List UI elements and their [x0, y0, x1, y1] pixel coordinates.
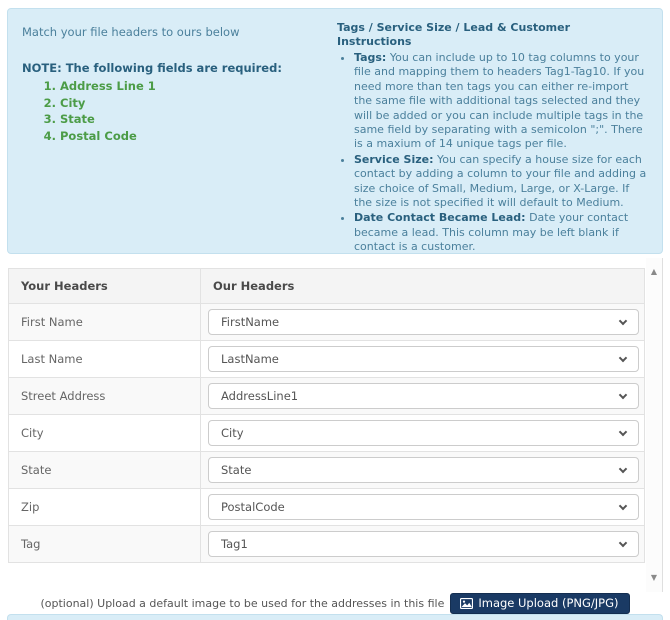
vertical-scrollbar[interactable]: ▲ ▼ — [646, 258, 663, 592]
mapping-table-row: State State — [9, 452, 645, 489]
image-upload-button-label: Image Upload (PNG/JPG) — [478, 596, 618, 610]
next-section-panel-top — [7, 614, 663, 620]
our-header-select-wrap: State — [208, 457, 639, 483]
required-field-item: Address Line 1 — [60, 78, 332, 95]
mapping-table-row: City City — [9, 415, 645, 452]
required-fields-note: NOTE: The following fields are required: — [22, 61, 332, 75]
our-header-cell: State — [201, 452, 645, 489]
instruction-bullet: Date Contact Became Lead: Date your cont… — [354, 211, 648, 254]
our-header-select-wrap: LastName — [208, 346, 639, 372]
our-header-select-wrap: City — [208, 420, 639, 446]
required-field-item: City — [60, 95, 332, 112]
mapping-table-row: Zip PostalCode — [9, 489, 645, 526]
bullet-label: Service Size: — [354, 153, 434, 166]
our-header-cell: Tag1 — [201, 526, 645, 563]
table-header-row: Your Headers Our Headers — [9, 269, 645, 304]
your-header-cell: State — [9, 452, 201, 489]
your-header-cell: First Name — [9, 304, 201, 341]
instructions-bullet-list: Tags: You can include up to 10 tag colum… — [337, 51, 648, 254]
our-header-cell: City — [201, 415, 645, 452]
upload-footer: (optional) Upload a default image to be … — [7, 593, 663, 614]
our-header-select-wrap: PostalCode — [208, 494, 639, 520]
import-mapping-page: Match your file headers to ours below NO… — [0, 0, 670, 620]
mapping-table-row: Tag Tag1 — [9, 526, 645, 563]
our-header-select-wrap: Tag1 — [208, 531, 639, 557]
our-header-cell: FirstName — [201, 304, 645, 341]
scroll-down-arrow-icon[interactable]: ▼ — [646, 573, 662, 583]
our-header-select[interactable]: Tag1 — [208, 531, 639, 557]
mapping-table-region: Your Headers Our Headers First NameFirst… — [7, 258, 663, 592]
instructions-left-column: Match your file headers to ours below NO… — [22, 21, 332, 241]
instructions-heading: Tags / Service Size / Lead & Customer In… — [337, 21, 648, 49]
image-icon — [460, 598, 473, 609]
our-header-cell: PostalCode — [201, 489, 645, 526]
required-fields-list: Address Line 1CityStatePostal Code — [22, 78, 332, 144]
bullet-text: You can include up to 10 tag columns to … — [354, 51, 644, 150]
your-header-cell: Zip — [9, 489, 201, 526]
instructions-right-column: Tags / Service Size / Lead & Customer In… — [332, 21, 648, 241]
our-header-select[interactable]: State — [208, 457, 639, 483]
our-header-select-wrap: FirstName — [208, 309, 639, 335]
instructions-panel: Match your file headers to ours below NO… — [7, 8, 663, 254]
our-header-cell: LastName — [201, 341, 645, 378]
your-header-cell: Tag — [9, 526, 201, 563]
mapping-table-row: First Name FirstName — [9, 304, 645, 341]
mapping-table-row: Last Name LastName — [9, 341, 645, 378]
header-mapping-table: Your Headers Our Headers First NameFirst… — [8, 268, 645, 563]
scroll-up-arrow-icon[interactable]: ▲ — [646, 267, 662, 277]
bullet-label: Date Contact Became Lead: — [354, 211, 526, 224]
our-header-select[interactable]: AddressLine1 — [208, 383, 639, 409]
mapping-table-row: Street Address AddressLine1 — [9, 378, 645, 415]
our-header-select[interactable]: City — [208, 420, 639, 446]
your-header-cell: City — [9, 415, 201, 452]
our-header-select[interactable]: LastName — [208, 346, 639, 372]
our-header-select-wrap: AddressLine1 — [208, 383, 639, 409]
your-header-cell: Last Name — [9, 341, 201, 378]
instruction-bullet: Service Size: You can specify a house si… — [354, 153, 648, 211]
column-header-our-headers: Our Headers — [201, 269, 645, 304]
match-headers-intro: Match your file headers to ours below — [22, 25, 332, 39]
instruction-bullet: Tags: You can include up to 10 tag colum… — [354, 51, 648, 152]
your-header-cell: Street Address — [9, 378, 201, 415]
our-header-cell: AddressLine1 — [201, 378, 645, 415]
our-header-select[interactable]: PostalCode — [208, 494, 639, 520]
image-upload-button[interactable]: Image Upload (PNG/JPG) — [450, 593, 629, 614]
upload-hint-text: (optional) Upload a default image to be … — [40, 597, 444, 610]
column-header-your-headers: Your Headers — [9, 269, 201, 304]
required-field-item: Postal Code — [60, 128, 332, 145]
our-header-select[interactable]: FirstName — [208, 309, 639, 335]
bullet-label: Tags: — [354, 51, 386, 64]
mapping-scroll-area: Your Headers Our Headers First NameFirst… — [7, 258, 646, 592]
required-field-item: State — [60, 111, 332, 128]
